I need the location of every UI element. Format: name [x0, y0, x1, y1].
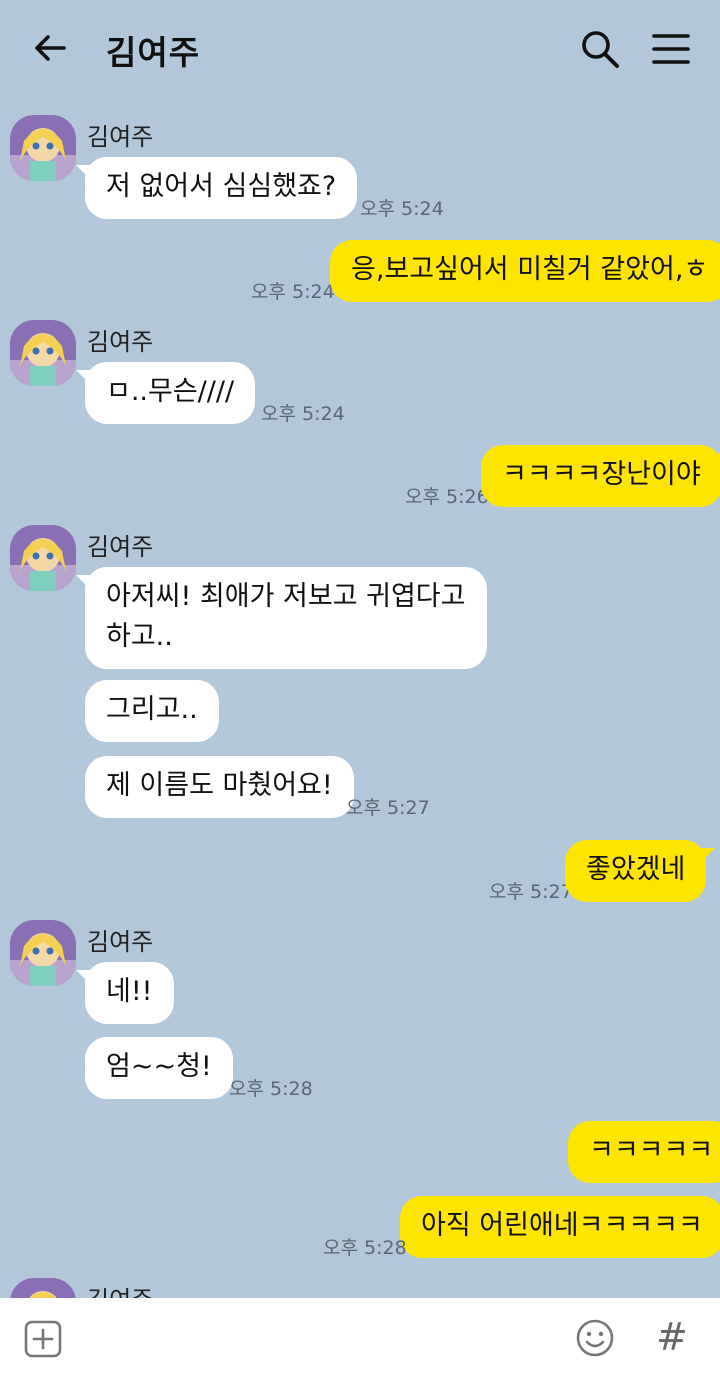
back-arrow-icon[interactable]: [30, 28, 70, 68]
message-bubble[interactable]: 아직 어린애네ㅋㅋㅋㅋㅋ: [400, 1196, 720, 1258]
chat-message-list[interactable]: 김여주 저 없어서 심심했죠? 오후 5:24 오후 5:24 응,보고싶어서 …: [0, 98, 720, 1298]
message-line: 아저씨! 최애가 저보고 귀엽다고: [106, 581, 466, 612]
message-bubble[interactable]: 제 이름도 마췄어요!: [85, 756, 354, 818]
avatar[interactable]: [10, 320, 76, 386]
message-bubble[interactable]: ㅋㅋㅋㅋㅋ: [568, 1121, 720, 1183]
plus-square-icon[interactable]: [24, 1320, 62, 1358]
message-time: 오후 5:24: [261, 403, 345, 425]
message-bubble[interactable]: 네!!: [76, 962, 174, 1024]
message-time: 오후 5:26: [405, 486, 489, 508]
message-time: 오후 5:24: [360, 198, 444, 220]
chat-header: 김여주: [0, 0, 720, 98]
sender-name: 김여주: [87, 1280, 153, 1298]
message-bubble[interactable]: ㅋㅋㅋㅋ장난이야: [481, 445, 720, 507]
sender-name: 김여주: [87, 533, 154, 561]
message-time: 오후 5:28: [323, 1237, 407, 1259]
avatar[interactable]: [10, 115, 76, 181]
search-icon[interactable]: [578, 27, 622, 71]
message-time: 오후 5:24: [251, 281, 335, 303]
message-bubble[interactable]: ㅁ..무슨////: [75, 362, 256, 424]
message-bubble[interactable]: 그리고..: [85, 680, 219, 742]
message-time: 오후 5:27: [489, 881, 573, 903]
message-bubble[interactable]: 응,보고싶어서 미칠거 같았어,ㅎ: [330, 240, 720, 302]
message-time: 오후 5:27: [346, 797, 430, 819]
message-line: 하고..: [106, 621, 173, 652]
profile-picture-icon: [10, 115, 76, 181]
sender-name: 김여주: [87, 328, 154, 356]
sender-name: 김여주: [87, 123, 154, 151]
message-time: 오후 5:28: [229, 1078, 313, 1100]
message-bubble[interactable]: 엄~~청!: [85, 1037, 233, 1099]
profile-picture-icon: [10, 525, 76, 591]
avatar[interactable]: [10, 920, 76, 986]
profile-picture-icon: [10, 920, 76, 986]
avatar[interactable]: [10, 1278, 76, 1298]
message-bubble[interactable]: 좋았겠네: [565, 840, 716, 902]
profile-picture-icon: [10, 1278, 76, 1298]
hashtag-icon[interactable]: #: [656, 1312, 688, 1362]
profile-picture-icon: [10, 320, 76, 386]
hamburger-menu-icon[interactable]: [650, 30, 692, 68]
chat-title: 김여주: [106, 33, 201, 72]
avatar[interactable]: [10, 525, 76, 591]
message-bubble[interactable]: 저 없어서 심심했죠?: [75, 157, 358, 219]
message-bubble[interactable]: 아저씨! 최애가 저보고 귀엽다고 하고..: [76, 567, 487, 669]
smiley-icon[interactable]: [575, 1318, 615, 1358]
sender-name: 김여주: [87, 928, 154, 956]
message-input-bar: #: [0, 1298, 720, 1382]
